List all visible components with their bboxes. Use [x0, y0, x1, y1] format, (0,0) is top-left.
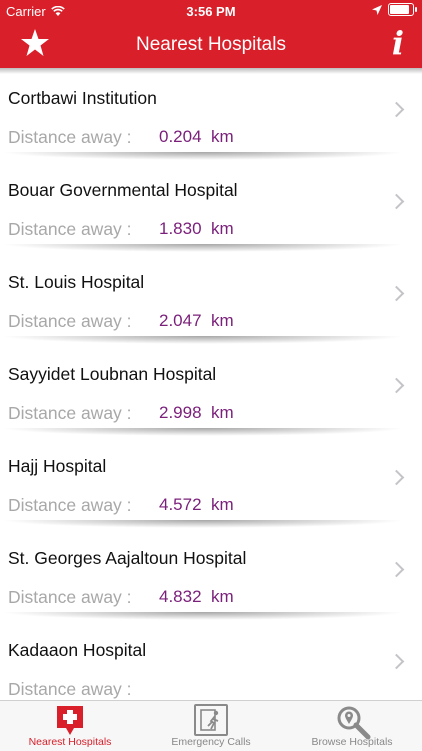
- distance-value: 4.572 km: [159, 495, 234, 515]
- chevron-right-icon: [388, 101, 405, 118]
- hospital-name: Cortbawi Institution: [8, 88, 157, 108]
- hospital-name: St. Louis Hospital: [8, 272, 145, 292]
- page-title: Nearest Hospitals: [136, 34, 286, 55]
- distance-value: 4.832 km: [159, 587, 234, 607]
- chevron-right-icon: [388, 285, 405, 302]
- hospital-row[interactable]: Bouar Governmental Hospital Distance away…: [0, 160, 422, 252]
- hospital-name: Hajj Hospital: [8, 456, 107, 476]
- hospital-name: St. Georges Aajaltoun Hospital: [8, 548, 247, 568]
- chevron-right-icon: [388, 377, 405, 394]
- tab-label: Emergency Calls: [171, 736, 251, 748]
- distance-unit: km: [211, 127, 234, 146]
- tab-browse-hospitals[interactable]: Browse Hospitals: [282, 701, 422, 751]
- tab-bar: Nearest Hospitals Emergency Calls Browse…: [0, 700, 422, 751]
- hospital-row[interactable]: Cortbawi Institution Distance away : 0.204…: [0, 68, 422, 160]
- row-separator: [0, 244, 406, 252]
- tab-label: Browse Hospitals: [311, 736, 393, 748]
- chevron-right-icon: [388, 193, 405, 210]
- tab-label: Nearest Hospitals: [28, 736, 112, 748]
- distance-number: 4.572: [159, 495, 202, 514]
- hospital-name: Kadaaon Hospital: [8, 640, 147, 660]
- battery-level: [390, 5, 409, 14]
- distance-label: Distance away :: [8, 127, 132, 147]
- hospital-row[interactable]: St. Louis Hospital Distance away : 2.047 k…: [0, 252, 422, 344]
- row-separator: [0, 336, 406, 344]
- row-separator: [0, 612, 406, 620]
- distance-label: Distance away :: [8, 403, 132, 423]
- distance-value: 2.998 km: [159, 403, 234, 423]
- navbar-shadow: [0, 68, 422, 74]
- tab-nearest-hospitals[interactable]: Nearest Hospitals: [0, 701, 140, 751]
- distance-number: 0.204: [159, 127, 202, 146]
- distance-number: 1.830: [159, 219, 202, 238]
- distance-label: Distance away :: [8, 219, 132, 239]
- chevron-right-icon: [388, 653, 405, 670]
- magnifier-location-icon: [337, 706, 371, 740]
- navigation-bar: Nearest Hospitals i: [0, 22, 422, 68]
- chevron-right-icon: [388, 469, 405, 486]
- hospital-cross-icon: [57, 706, 83, 735]
- row-separator: [0, 152, 406, 160]
- battery-icon: [388, 3, 417, 16]
- distance-label: Distance away :: [8, 587, 132, 607]
- distance-number: 2.047: [159, 311, 202, 330]
- status-time: 3:56 PM: [186, 4, 236, 19]
- distance-value: 2.047 km: [159, 311, 234, 331]
- hospital-name: Sayyidet Loubnan Hospital: [8, 364, 217, 384]
- row-separator: [0, 520, 406, 528]
- tab-emergency-calls[interactable]: Emergency Calls: [141, 701, 281, 751]
- distance-value: [159, 679, 164, 699]
- distance-label: Distance away :: [8, 311, 132, 331]
- hospital-name: Bouar Governmental Hospital: [8, 180, 238, 200]
- hospital-row[interactable]: St. Georges Aajaltoun Hospital Distance a…: [0, 528, 422, 620]
- distance-unit: km: [211, 219, 234, 238]
- chevron-right-icon: [388, 561, 405, 578]
- distance-number: 4.832: [159, 587, 202, 606]
- distance-unit: km: [211, 587, 234, 606]
- info-icon[interactable]: i: [392, 24, 404, 62]
- hospital-row[interactable]: Sayyidet Loubnan Hospital Distance away :…: [0, 344, 422, 436]
- emergency-exit-icon: [194, 704, 228, 736]
- hospital-row[interactable]: Hajj Hospital Distance away : 4.572 km: [0, 436, 422, 528]
- hospital-list[interactable]: Cortbawi Institution Distance away : 0.204…: [0, 68, 422, 700]
- distance-value: 0.204 km: [159, 127, 234, 147]
- distance-unit: km: [211, 403, 234, 422]
- row-separator: [0, 428, 406, 436]
- distance-number: 2.998: [159, 403, 202, 422]
- distance-label: Distance away :: [8, 679, 132, 699]
- distance-value: 1.830 km: [159, 219, 234, 239]
- distance-label: Distance away :: [8, 495, 132, 515]
- hospital-row[interactable]: Kadaaon Hospital Distance away :: [0, 620, 422, 700]
- distance-unit: km: [211, 311, 234, 330]
- distance-unit: km: [211, 495, 234, 514]
- status-bar: Carrier 3:56 PM: [0, 0, 422, 22]
- location-arrow-icon: [372, 4, 382, 15]
